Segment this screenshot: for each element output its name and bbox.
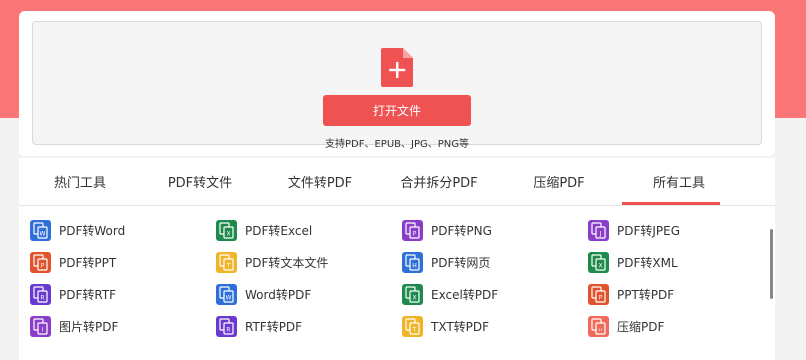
text-doc-icon: T — [216, 251, 237, 273]
tool-label: PDF转PNG — [431, 223, 492, 238]
tab-pdf-to-file[interactable]: PDF转文件 — [150, 158, 250, 205]
tool-label: PDF转PPT — [59, 255, 117, 270]
tool-label: Word转PDF — [245, 287, 312, 302]
tool-item[interactable]: T TXT转PDF — [402, 314, 489, 338]
svg-text:X: X — [226, 230, 230, 237]
tool-label: Excel转PDF — [431, 287, 499, 302]
tool-item[interactable]: X Excel转PDF — [402, 282, 498, 306]
tab-all-tools[interactable]: 所有工具 — [629, 158, 729, 205]
tool-item[interactable]: W Word转PDF — [216, 282, 311, 306]
tool-item[interactable]: X PDF转Excel — [216, 218, 312, 242]
png-image-icon: P — [402, 219, 423, 241]
webpage-icon: H — [402, 251, 423, 273]
tool-label: PDF转JPEG — [617, 223, 681, 238]
tool-item[interactable]: P PPT转PDF — [588, 282, 674, 306]
svg-text:T: T — [412, 326, 417, 333]
tool-item[interactable]: X PDF转XML — [588, 250, 678, 274]
tool-label: PDF转Word — [59, 223, 126, 238]
tools-panel: 热门工具 PDF转文件 文件转PDF 合并拆分PDF 压缩PDF 所有工具 W P… — [19, 158, 775, 360]
add-file-icon[interactable] — [381, 48, 413, 87]
compress-pdf-icon: ‹› — [588, 315, 609, 337]
tool-item[interactable]: I 图片转PDF — [30, 314, 118, 338]
word-doc-icon: W — [30, 219, 51, 241]
svg-text:‹›: ‹› — [598, 326, 603, 333]
tool-item[interactable]: P PDF转PNG — [402, 218, 492, 242]
svg-text:H: H — [412, 262, 417, 269]
tool-item[interactable]: R RTF转PDF — [216, 314, 302, 338]
svg-text:J: J — [599, 230, 602, 237]
image-to-pdf-icon: I — [30, 315, 51, 337]
rtf-doc-icon: R — [30, 283, 51, 305]
svg-text:I: I — [42, 326, 44, 333]
tool-item[interactable]: P PDF转PPT — [30, 250, 116, 274]
tool-label: PDF转RTF — [59, 287, 117, 302]
tool-item[interactable]: J PDF转JPEG — [588, 218, 680, 242]
xml-doc-icon: X — [588, 251, 609, 273]
svg-text:X: X — [598, 262, 602, 269]
tab-file-to-pdf[interactable]: 文件转PDF — [270, 158, 370, 205]
scrollbar-thumb[interactable] — [770, 229, 773, 299]
rtf-to-pdf-icon: R — [216, 315, 237, 337]
tab-merge-split-pdf[interactable]: 合并拆分PDF — [389, 158, 489, 205]
svg-text:P: P — [599, 294, 603, 301]
open-file-button[interactable]: 打开文件 — [323, 95, 471, 126]
tool-label: 压缩PDF — [617, 319, 665, 334]
ppt-to-pdf-icon: P — [588, 283, 609, 305]
tool-label: PDF转网页 — [431, 255, 491, 270]
tool-label: PDF转XML — [617, 255, 678, 270]
txt-to-pdf-icon: T — [402, 315, 423, 337]
tool-label: RTF转PDF — [245, 319, 303, 334]
tool-label: PDF转文本文件 — [245, 255, 329, 270]
excel-to-pdf-icon: X — [402, 283, 423, 305]
word-to-pdf-icon: W — [216, 283, 237, 305]
tool-item[interactable]: R PDF转RTF — [30, 282, 116, 306]
tool-item[interactable]: H PDF转网页 — [402, 250, 490, 274]
svg-text:R: R — [226, 326, 230, 333]
svg-text:R: R — [40, 294, 44, 301]
tool-item[interactable]: T PDF转文本文件 — [216, 250, 328, 274]
tab-hot-tools[interactable]: 热门工具 — [30, 158, 130, 205]
file-drop-zone[interactable]: 打开文件 支持PDF、EPUB、JPG、PNG等 — [32, 21, 762, 150]
tool-label: PPT转PDF — [617, 287, 675, 302]
tab-compress-pdf[interactable]: 压缩PDF — [509, 158, 609, 205]
svg-text:X: X — [412, 294, 416, 301]
svg-text:T: T — [226, 262, 231, 269]
open-file-card: 打开文件 支持PDF、EPUB、JPG、PNG等 — [19, 11, 775, 156]
tool-item[interactable]: ‹› 压缩PDF — [588, 314, 664, 338]
tool-tabs: 热门工具 PDF转文件 文件转PDF 合并拆分PDF 压缩PDF 所有工具 — [19, 158, 775, 206]
excel-doc-icon: X — [216, 219, 237, 241]
ppt-doc-icon: P — [30, 251, 51, 273]
tool-label: TXT转PDF — [431, 319, 490, 334]
tool-label: 图片转PDF — [59, 319, 119, 334]
svg-text:W: W — [226, 294, 232, 301]
tool-label: PDF转Excel — [245, 223, 313, 238]
svg-text:P: P — [413, 230, 417, 237]
svg-text:P: P — [41, 262, 45, 269]
active-tab-indicator — [622, 202, 720, 205]
tool-item[interactable]: W PDF转Word — [30, 218, 125, 242]
supported-formats-text: 支持PDF、EPUB、JPG、PNG等 — [325, 139, 469, 150]
jpeg-image-icon: J — [588, 219, 609, 241]
svg-text:W: W — [40, 230, 46, 237]
